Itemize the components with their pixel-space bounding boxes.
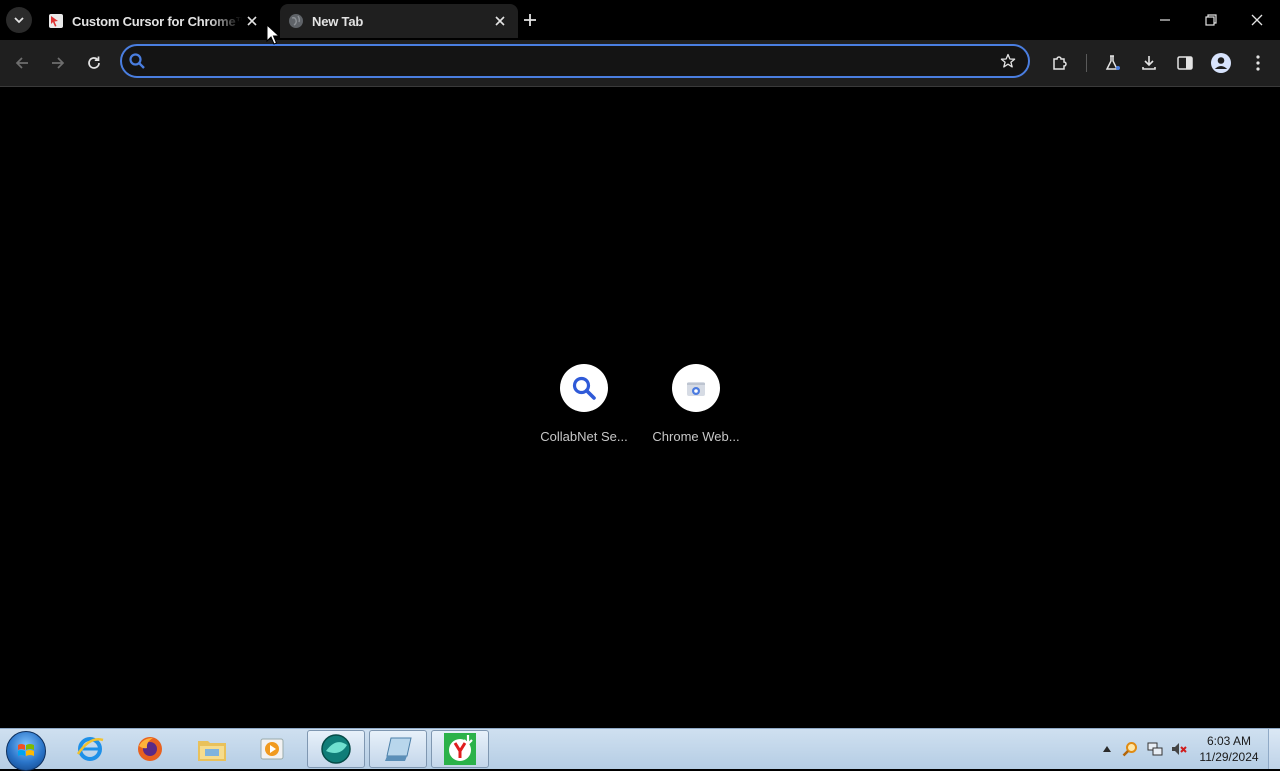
chevron-down-icon — [14, 17, 24, 24]
taskbar-firefox[interactable] — [121, 730, 179, 768]
address-bar[interactable] — [120, 44, 1030, 78]
flask-icon — [1105, 55, 1120, 70]
yandex-browser-icon — [444, 733, 476, 765]
taskbar-yandex-browser[interactable] — [431, 730, 489, 768]
show-hidden-icons-button[interactable] — [1099, 741, 1115, 757]
tab-title: Custom Cursor for Chrome™ - — [72, 13, 242, 29]
shortcut-tile[interactable]: Chrome Web... — [640, 357, 752, 447]
labs-button[interactable] — [1097, 47, 1129, 79]
tray-volume[interactable] — [1171, 741, 1187, 757]
network-icon — [1147, 742, 1163, 756]
taskbar-file-explorer[interactable] — [183, 730, 241, 768]
taskbar: 6:03 AM 11/29/2024 — [0, 728, 1280, 771]
restore-icon — [1205, 14, 1217, 26]
tab-strip: Custom Cursor for Chrome™ - New Tab — [0, 0, 1280, 40]
back-button[interactable] — [6, 47, 38, 79]
profile-button[interactable] — [1205, 47, 1237, 79]
show-desktop-button[interactable] — [1268, 729, 1280, 769]
toolbar-divider — [1086, 54, 1087, 72]
menu-button[interactable] — [1242, 47, 1274, 79]
new-tab-page: CollabNet Se... Chrome Web... — [0, 87, 1280, 728]
magnifier-tray-icon — [1122, 742, 1137, 757]
side-panel-button[interactable] — [1169, 47, 1201, 79]
start-button[interactable] — [6, 731, 46, 771]
volume-muted-icon — [1172, 743, 1187, 755]
media-player-icon — [260, 738, 284, 760]
reload-button[interactable] — [78, 47, 110, 79]
shortcut-tile[interactable]: CollabNet Se... — [528, 357, 640, 447]
minimize-button[interactable] — [1142, 0, 1188, 40]
star-icon — [1000, 53, 1016, 68]
taskbar-media-player[interactable] — [243, 730, 301, 768]
more-vert-icon — [1256, 55, 1260, 71]
side-panel-icon — [1177, 56, 1193, 70]
taskbar-clock[interactable]: 6:03 AM 11/29/2024 — [1196, 733, 1262, 765]
new-tab-button[interactable] — [518, 8, 542, 32]
avatar-icon — [1211, 53, 1231, 73]
plus-icon — [524, 14, 536, 26]
tray-search-tool[interactable] — [1122, 741, 1138, 757]
firefox-icon — [138, 737, 162, 761]
tab-custom-cursor[interactable]: Custom Cursor for Chrome™ - — [38, 4, 270, 38]
restore-button[interactable] — [1188, 0, 1234, 40]
shortcut-icon — [560, 364, 608, 412]
arrow-left-icon — [15, 57, 28, 69]
forward-button[interactable] — [42, 47, 74, 79]
close-icon — [1251, 14, 1263, 26]
puzzle-icon — [1053, 56, 1067, 70]
windows-logo-icon — [18, 744, 34, 756]
close-icon — [495, 16, 505, 26]
minimize-icon — [1160, 19, 1170, 21]
close-window-button[interactable] — [1234, 0, 1280, 40]
address-input[interactable] — [156, 50, 980, 74]
downloads-button[interactable] — [1133, 47, 1165, 79]
clock-date: 11/29/2024 — [1199, 750, 1259, 764]
taskbar-internet-explorer[interactable] — [61, 730, 119, 768]
tab-title: New Tab — [312, 13, 364, 29]
bookmark-button[interactable] — [998, 51, 1018, 71]
arrow-right-icon — [52, 57, 65, 69]
chrome-web-store-icon — [687, 382, 705, 396]
close-tab-button[interactable] — [490, 11, 510, 31]
globe-icon — [289, 14, 303, 28]
download-icon — [1142, 56, 1156, 70]
chevron-up-icon — [1103, 746, 1111, 752]
reload-icon — [88, 56, 100, 69]
browser-toolbar — [0, 40, 1280, 87]
custom-cursor-favicon — [49, 14, 63, 28]
shortcut-icon — [672, 364, 720, 412]
taskbar-app-teal[interactable] — [307, 730, 365, 768]
clock-time: 6:03 AM — [1206, 734, 1252, 748]
extensions-button[interactable] — [1044, 47, 1076, 79]
close-icon — [247, 16, 257, 26]
app-notepad-icon — [385, 737, 412, 761]
shortcut-label: CollabNet Se... — [540, 429, 628, 444]
search-icon — [572, 376, 596, 400]
tab-search-button[interactable] — [6, 7, 32, 33]
app-teal-icon — [321, 734, 351, 764]
mouse-cursor-icon — [266, 24, 280, 45]
taskbar-app-notepad[interactable] — [369, 730, 427, 768]
shortcut-label: Chrome Web... — [652, 429, 740, 444]
tab-new-tab[interactable]: New Tab — [280, 4, 518, 38]
internet-explorer-icon — [76, 737, 104, 761]
close-tab-button[interactable] — [242, 11, 262, 31]
file-explorer-icon — [198, 741, 226, 761]
tray-network[interactable] — [1147, 741, 1163, 757]
search-icon — [129, 53, 145, 69]
